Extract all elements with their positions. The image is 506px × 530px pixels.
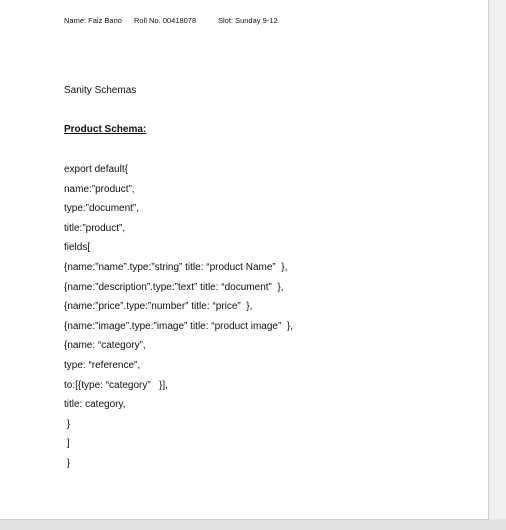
code-line: ]	[64, 438, 70, 450]
vertical-scrollbar[interactable]	[489, 0, 506, 519]
code-line: title: category,	[64, 399, 126, 411]
roll-number: Roll No. 00418078	[134, 16, 197, 25]
code-block: export default{ name:”product”, type:”do…	[64, 163, 293, 477]
code-line: title:”product”,	[64, 222, 126, 234]
code-line: {name:”image”.type:”image” title: “produ…	[64, 320, 293, 332]
code-line: export default{	[64, 164, 128, 175]
code-line: type:”document”,	[64, 203, 140, 215]
bottom-status-bar	[0, 520, 506, 530]
code-line: }	[64, 418, 71, 430]
code-line: fields[	[64, 242, 91, 254]
document-page: Name: Faiz Bano Roll No. 00418078 Slot: …	[0, 0, 489, 520]
code-line: }	[64, 457, 71, 469]
section-heading: Product Schema:	[64, 124, 147, 135]
code-line: to:[{type: “category” }],	[64, 379, 168, 391]
code-line: name:”product”,	[64, 183, 135, 195]
student-name: Name: Faiz Bano	[64, 16, 122, 25]
code-line: type: “reference”,	[64, 359, 141, 371]
code-line: {name:”description”.type:”text” title: “…	[64, 281, 284, 293]
code-line: {name:”name”.type:”string” title: “produ…	[64, 261, 288, 273]
document-title: Sanity Schemas	[64, 85, 137, 96]
slot-info: Slot: Sunday 9-12	[218, 16, 278, 25]
code-line: {name: “category”,	[64, 340, 146, 352]
code-line: {name:”price”.type:”number” title: “pric…	[64, 301, 253, 313]
